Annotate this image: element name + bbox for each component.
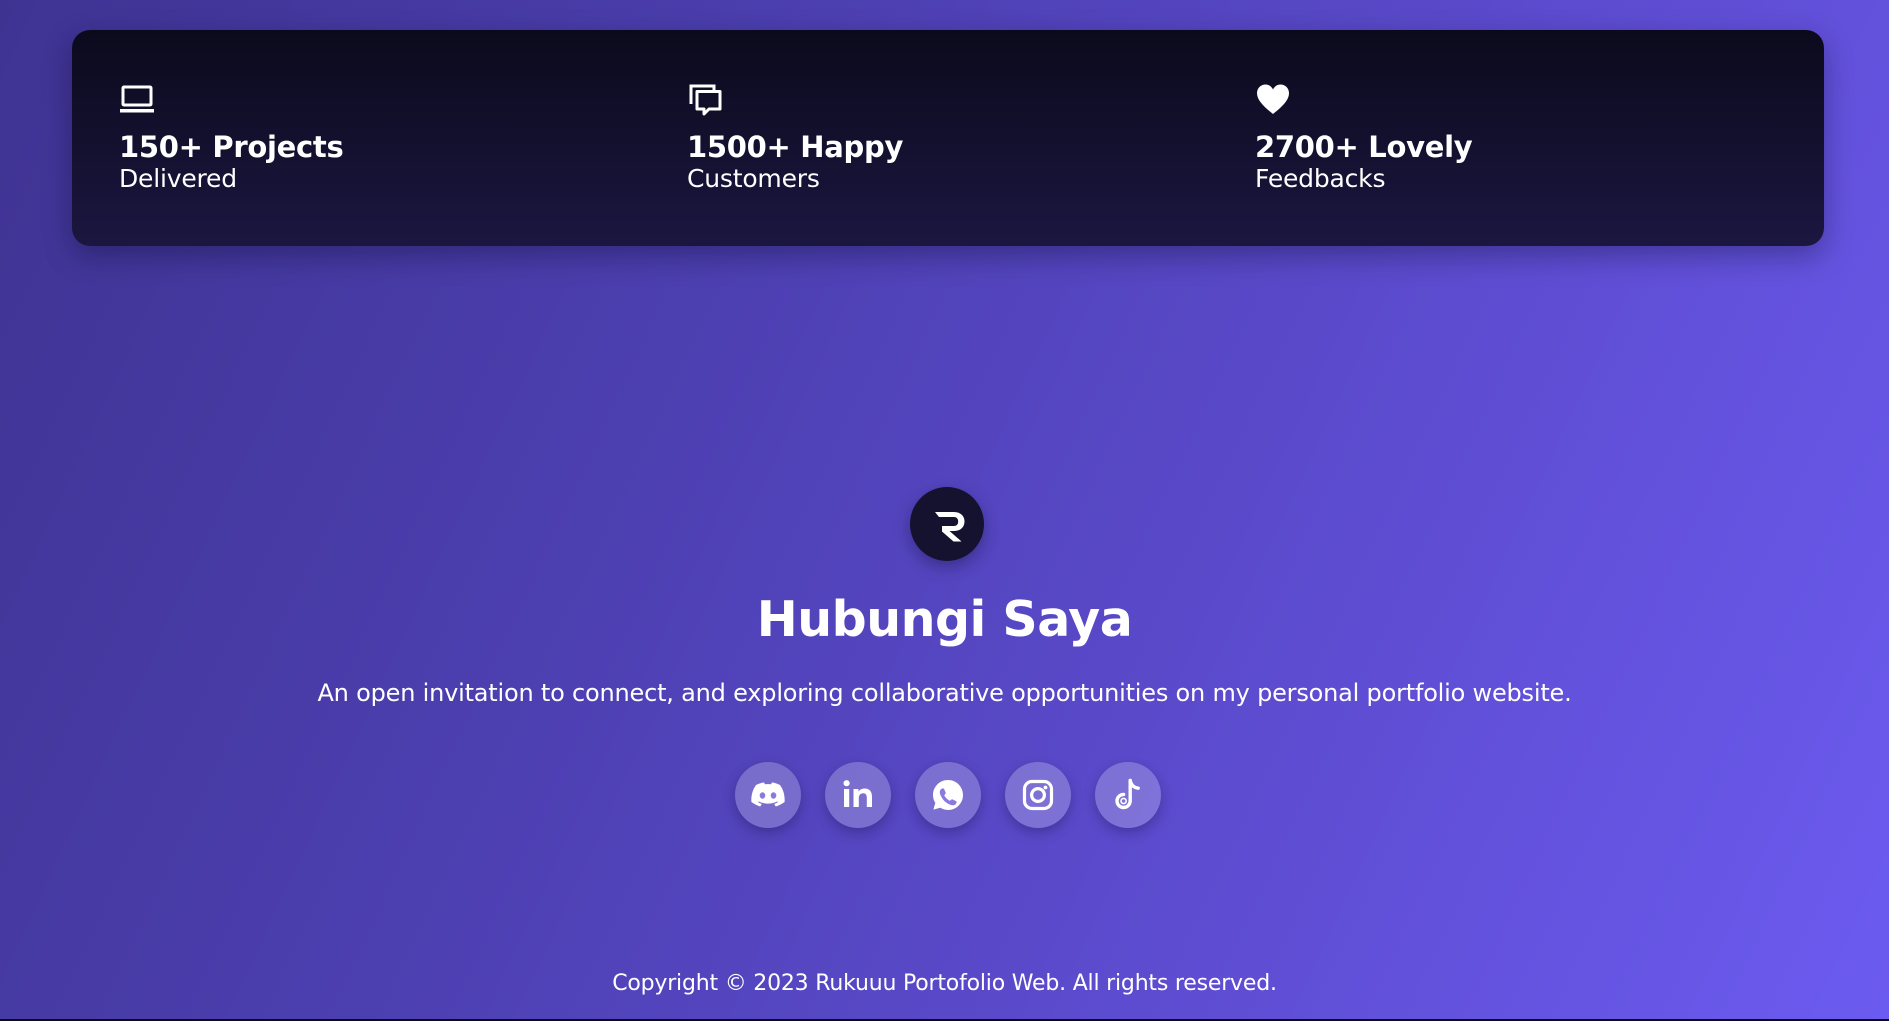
social-links — [735, 762, 1161, 828]
stat-subtitle: Customers — [687, 164, 820, 193]
discord-button[interactable] — [735, 762, 801, 828]
stat-title: 2700+ Lovely — [1255, 130, 1473, 164]
stat-subtitle: Feedbacks — [1255, 164, 1386, 193]
contact-title: Hubungi Saya — [756, 591, 1133, 648]
instagram-button[interactable] — [1005, 762, 1071, 828]
r-logo-icon — [910, 487, 984, 561]
whatsapp-icon — [933, 780, 963, 810]
tiktok-icon — [1115, 778, 1140, 810]
heart-icon — [1255, 82, 1291, 118]
discord-icon — [751, 782, 785, 807]
whatsapp-button[interactable] — [915, 762, 981, 828]
stats-panel: 150+ Projects Delivered 1500+ Happy Cust… — [72, 30, 1824, 246]
linkedin-icon — [843, 780, 872, 807]
stat-projects: 150+ Projects Delivered — [119, 82, 619, 194]
stat-title: 150+ Projects — [119, 130, 344, 164]
stat-feedbacks: 2700+ Lovely Feedbacks — [1255, 82, 1755, 194]
linkedin-button[interactable] — [825, 762, 891, 828]
chat-bubbles-icon — [687, 82, 723, 118]
stat-customers: 1500+ Happy Customers — [687, 82, 1187, 194]
instagram-icon — [1022, 779, 1054, 811]
stat-title: 1500+ Happy — [687, 130, 904, 164]
copyright-text: Copyright © 2023 Rukuuu Portofolio Web. … — [612, 971, 1277, 996]
stat-subtitle: Delivered — [119, 164, 237, 193]
tiktok-button[interactable] — [1095, 762, 1161, 828]
laptop-icon — [119, 82, 155, 118]
contact-description: An open invitation to connect, and explo… — [317, 679, 1572, 707]
